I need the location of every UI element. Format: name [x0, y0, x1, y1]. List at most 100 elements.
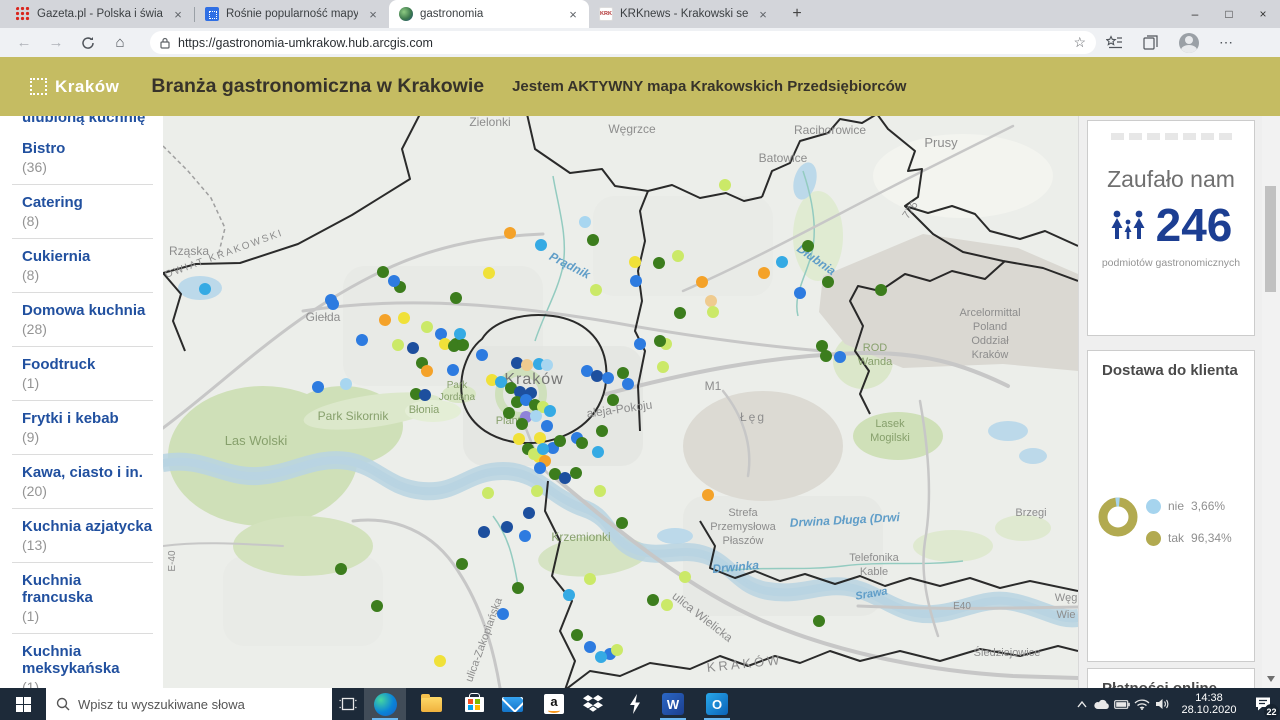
action-center-button[interactable]: 22: [1246, 688, 1280, 720]
map-marker[interactable]: [531, 485, 543, 497]
refresh-icon[interactable]: [75, 30, 101, 56]
map-marker[interactable]: [483, 267, 495, 279]
sidebar-item-9[interactable]: Kuchnia meksykańska(1): [12, 633, 153, 688]
taskbar-explorer-button[interactable]: [410, 688, 452, 720]
window-maximize-button[interactable]: □: [1212, 0, 1246, 28]
map-marker[interactable]: [340, 378, 352, 390]
tab-krknews[interactable]: KRK KRKnews - Krakowski serwis info ×: [589, 0, 779, 28]
map-marker[interactable]: [707, 306, 719, 318]
map-marker[interactable]: [544, 405, 556, 417]
browser-menu-icon[interactable]: ⋯: [1219, 34, 1233, 51]
map-marker[interactable]: [570, 467, 582, 479]
scrollbar-down-arrow-icon[interactable]: [1267, 676, 1275, 682]
map-marker[interactable]: [454, 328, 466, 340]
taskbar-amazon-button[interactable]: a: [533, 688, 575, 720]
map-marker[interactable]: [356, 334, 368, 346]
krakow-logo[interactable]: Kraków: [30, 77, 119, 97]
map-marker[interactable]: [388, 275, 400, 287]
map-marker[interactable]: [541, 420, 553, 432]
sidebar-item-0[interactable]: Bistro(36): [12, 131, 153, 184]
map-marker[interactable]: [592, 446, 604, 458]
profile-avatar[interactable]: [1179, 33, 1199, 53]
new-tab-button[interactable]: +: [785, 2, 809, 26]
favorite-star-icon[interactable]: ☆: [1073, 34, 1086, 51]
map-marker[interactable]: [512, 582, 524, 594]
map-marker[interactable]: [654, 335, 666, 347]
map-marker[interactable]: [519, 530, 531, 542]
map-marker[interactable]: [534, 462, 546, 474]
sidebar-item-8[interactable]: Kuchnia francuska(1): [12, 562, 153, 633]
map-marker[interactable]: [672, 250, 684, 262]
map-marker[interactable]: [541, 359, 553, 371]
map-marker[interactable]: [587, 234, 599, 246]
window-close-button[interactable]: ×: [1246, 0, 1280, 28]
map-marker[interactable]: [482, 487, 494, 499]
taskbar-dropbox-button[interactable]: [572, 688, 614, 720]
map-marker[interactable]: [421, 321, 433, 333]
map-marker[interactable]: [576, 437, 588, 449]
map-marker[interactable]: [476, 349, 488, 361]
map-marker[interactable]: [513, 433, 525, 445]
map-marker[interactable]: [607, 394, 619, 406]
map-marker[interactable]: [563, 589, 575, 601]
sidebar-item-5[interactable]: Frytki i kebab(9): [12, 400, 153, 454]
sidebar-item-2[interactable]: Cukiernia(8): [12, 238, 153, 292]
map-marker[interactable]: [579, 216, 591, 228]
tab-close-icon[interactable]: ×: [170, 7, 186, 22]
map-marker[interactable]: [478, 526, 490, 538]
map-marker[interactable]: [776, 256, 788, 268]
map-marker[interactable]: [875, 284, 887, 296]
map-marker[interactable]: [530, 410, 542, 422]
map-marker[interactable]: [679, 571, 691, 583]
map-marker[interactable]: [497, 608, 509, 620]
map-marker[interactable]: [377, 266, 389, 278]
map-marker[interactable]: [504, 227, 516, 239]
taskbar-clock[interactable]: 14:38 28.10.2020: [1178, 692, 1240, 716]
map-marker[interactable]: [327, 298, 339, 310]
map-marker[interactable]: [617, 367, 629, 379]
map-marker[interactable]: [398, 312, 410, 324]
map-marker[interactable]: [584, 573, 596, 585]
back-icon[interactable]: ←: [11, 30, 37, 56]
map-marker[interactable]: [822, 276, 834, 288]
map-marker[interactable]: [719, 179, 731, 191]
battery-icon[interactable]: [1112, 688, 1132, 720]
map-marker[interactable]: [820, 350, 832, 362]
window-minimize-button[interactable]: –: [1178, 0, 1212, 28]
map-marker[interactable]: [834, 351, 846, 363]
tab-gastronomia-active[interactable]: gastronomia ×: [389, 0, 589, 28]
map-marker[interactable]: [594, 485, 606, 497]
delivery-donut-chart[interactable]: [1094, 493, 1142, 541]
map-marker[interactable]: [647, 594, 659, 606]
map-marker[interactable]: [616, 517, 628, 529]
map-marker[interactable]: [516, 418, 528, 430]
map-marker[interactable]: [421, 365, 433, 377]
map-marker[interactable]: [802, 240, 814, 252]
map-marker[interactable]: [559, 472, 571, 484]
map-marker[interactable]: [495, 376, 507, 388]
tab-mapy-krakowa[interactable]: Rośnie popularność mapy krako ×: [195, 0, 389, 28]
map-marker[interactable]: [407, 342, 419, 354]
map-marker[interactable]: [657, 361, 669, 373]
search-input[interactable]: [78, 697, 298, 712]
map-marker[interactable]: [199, 283, 211, 295]
map-marker[interactable]: [571, 629, 583, 641]
collections-icon[interactable]: [1143, 35, 1159, 50]
map-marker[interactable]: [419, 389, 431, 401]
map-marker[interactable]: [634, 338, 646, 350]
map-marker[interactable]: [447, 364, 459, 376]
map-marker[interactable]: [813, 615, 825, 627]
map-marker[interactable]: [705, 295, 717, 307]
taskbar-bolt-app-button[interactable]: [614, 688, 656, 720]
map-marker[interactable]: [674, 307, 686, 319]
favorites-bar-icon[interactable]: [1106, 35, 1123, 50]
map-marker[interactable]: [611, 644, 623, 656]
map-marker[interactable]: [696, 276, 708, 288]
address-bar[interactable]: https://gastronomia-umkrakow.hub.arcgis.…: [150, 31, 1096, 54]
map-marker[interactable]: [511, 357, 523, 369]
taskbar-word-button[interactable]: W: [652, 688, 694, 720]
sidebar-item-4[interactable]: Foodtruck(1): [12, 346, 153, 400]
taskbar-search[interactable]: [46, 688, 332, 720]
volume-icon[interactable]: [1152, 688, 1172, 720]
tab-gazeta[interactable]: Gazeta.pl - Polska i świat - wiado ×: [6, 0, 194, 28]
